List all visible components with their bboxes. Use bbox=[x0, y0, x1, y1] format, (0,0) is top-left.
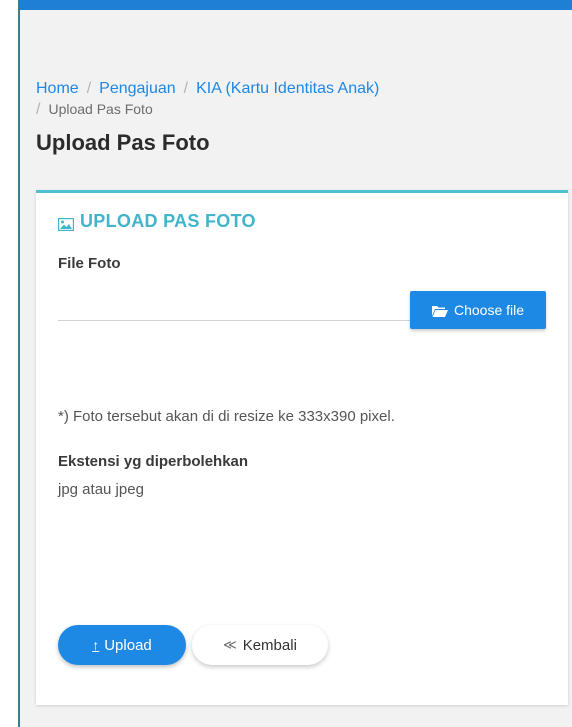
breadcrumb-current: Upload Pas Foto bbox=[48, 101, 153, 117]
image-icon bbox=[57, 215, 75, 232]
main-content: Home / Pengajuan / KIA (Kartu Identitas Anak… bbox=[20, 10, 572, 727]
extension-value: jpg atau jpeg bbox=[58, 481, 144, 498]
upload-card: UPLOAD PAS FOTO File Foto Choose file *)… bbox=[36, 190, 568, 705]
breadcrumb: Home / Pengajuan / KIA (Kartu Identitas Anak… bbox=[36, 78, 506, 119]
breadcrumb-separator: / bbox=[86, 80, 92, 97]
upload-label: Upload bbox=[104, 636, 152, 654]
breadcrumb-pengajuan[interactable]: Pengajuan bbox=[99, 80, 176, 97]
file-foto-label: File Foto bbox=[58, 255, 121, 272]
left-edge-panel bbox=[0, 0, 18, 727]
card-title: UPLOAD PAS FOTO bbox=[57, 211, 256, 232]
kembali-button[interactable]: ≪ Kembali bbox=[192, 625, 328, 665]
breadcrumb-separator: / bbox=[36, 101, 41, 118]
extension-label: Ekstensi yg diperbolehkan bbox=[58, 453, 249, 470]
breadcrumb-kia[interactable]: KIA (Kartu Identitas Anak) bbox=[196, 80, 379, 97]
kembali-label: Kembali bbox=[242, 636, 297, 654]
folder-open-icon bbox=[431, 304, 448, 317]
breadcrumb-separator: / bbox=[183, 80, 189, 97]
resize-note: *) Foto tersebut akan di di resize ke 33… bbox=[58, 408, 395, 425]
card-title-text: UPLOAD PAS FOTO bbox=[80, 211, 256, 231]
page-title: Upload Pas Foto bbox=[36, 130, 210, 155]
choose-file-label: Choose file bbox=[453, 302, 525, 318]
choose-file-button[interactable]: Choose file bbox=[410, 291, 546, 329]
breadcrumb-home[interactable]: Home bbox=[36, 80, 79, 97]
upload-icon: ↑ bbox=[92, 637, 100, 653]
breadcrumb-line-2: / Upload Pas Foto bbox=[36, 100, 506, 119]
double-chevron-left-icon: ≪ bbox=[223, 637, 237, 652]
file-path-input[interactable] bbox=[58, 285, 414, 321]
upload-button[interactable]: ↑ Upload bbox=[58, 625, 186, 665]
top-app-bar bbox=[0, 0, 572, 10]
